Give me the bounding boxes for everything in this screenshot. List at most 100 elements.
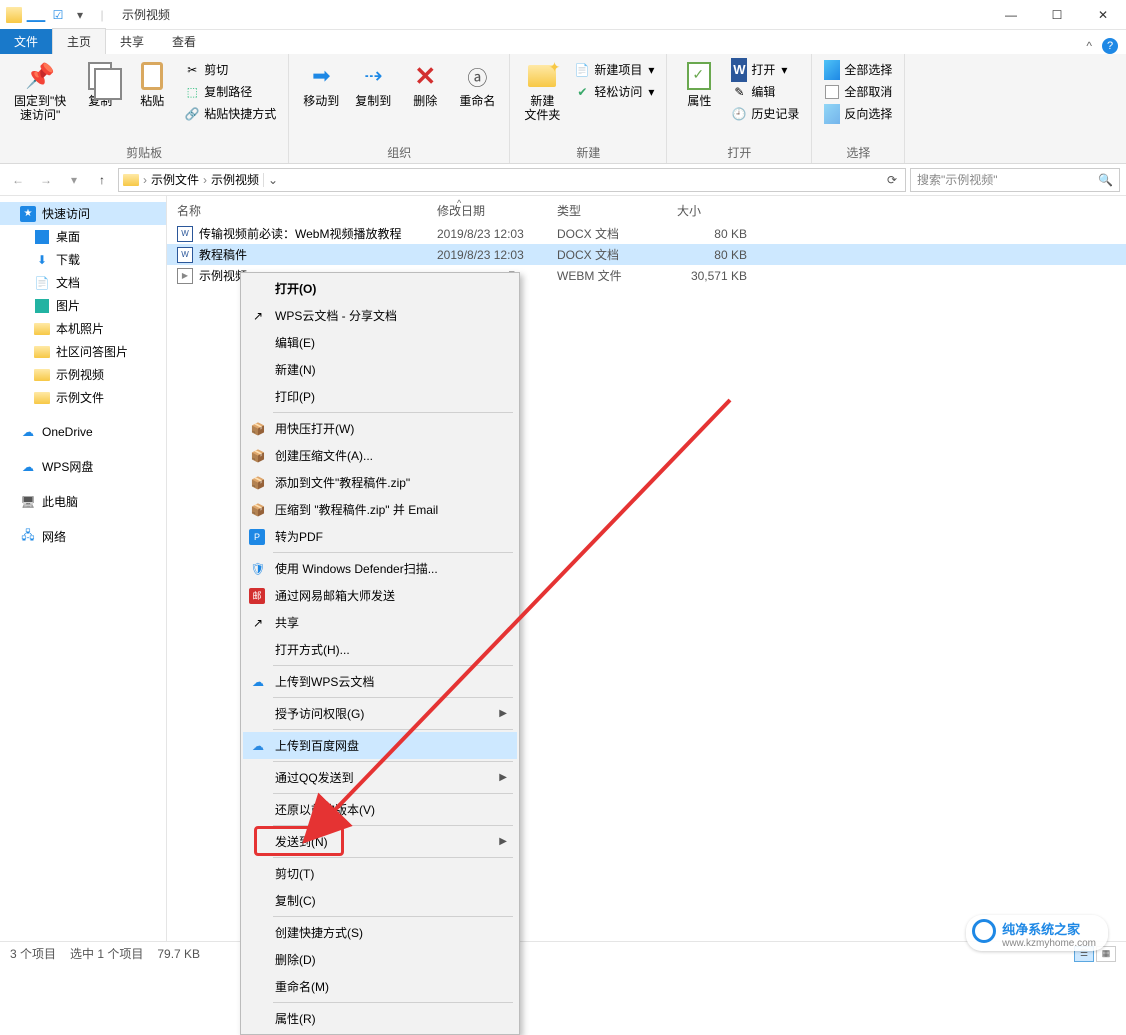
menu-delete[interactable]: 删除(D)	[243, 946, 517, 973]
delete-icon: ✕	[409, 60, 441, 92]
up-button[interactable]: ↑	[90, 168, 114, 192]
open-button[interactable]: W打开▾	[727, 60, 803, 79]
collapse-ribbon-icon[interactable]: ^	[1086, 39, 1092, 53]
menu-cut[interactable]: 剪切(T)	[243, 860, 517, 887]
menu-wangyi[interactable]: 邮通过网易邮箱大师发送	[243, 582, 517, 609]
nav-wps[interactable]: ☁WPS网盘	[0, 455, 166, 478]
moveto-button[interactable]: ➡移动到	[297, 58, 345, 110]
nav-network[interactable]: 🖧网络	[0, 525, 166, 548]
menu-shortcut[interactable]: 创建快捷方式(S)	[243, 919, 517, 946]
ribbon: 📌 固定到"快 速访问" 复制 粘贴 ✂剪切 ⬚复制路径 🔗粘贴快捷方式 剪贴板…	[0, 54, 1126, 164]
menu-rename[interactable]: 重命名(M)	[243, 973, 517, 1000]
pdf-icon: P	[249, 529, 265, 545]
column-headers[interactable]: 名称 修改日期 类型 大小 ^	[167, 196, 1126, 223]
easyaccess-icon: ✔	[574, 84, 590, 100]
menu-open[interactable]: 打开(O)	[243, 275, 517, 302]
cut-button[interactable]: ✂剪切	[180, 60, 280, 79]
rename-button[interactable]: ⓐ重命名	[453, 58, 501, 110]
nav-samplefiles[interactable]: 示例文件	[0, 386, 166, 409]
col-modified[interactable]: 修改日期	[437, 202, 557, 219]
folder-icon	[34, 344, 50, 360]
forward-button[interactable]: →	[34, 168, 58, 192]
edit-button[interactable]: ✎编辑	[727, 82, 803, 101]
selectall-button[interactable]: 全部选择	[820, 60, 896, 79]
menu-share[interactable]: ↗共享	[243, 609, 517, 636]
qat-item[interactable]: ▁▁	[28, 7, 44, 23]
copy-button[interactable]: 复制	[76, 58, 124, 110]
nav-documents[interactable]: 📄文档	[0, 271, 166, 294]
pasteshortcut-button[interactable]: 🔗粘贴快捷方式	[180, 104, 280, 123]
copyto-button[interactable]: ⇢复制到	[349, 58, 397, 110]
menu-zipemail[interactable]: 📦压缩到 "教程稿件.zip" 并 Email	[243, 496, 517, 523]
address-input[interactable]: › 示例文件 › 示例视频 ⌄ ⟳	[118, 168, 906, 192]
nav-samplevideos[interactable]: 示例视频	[0, 363, 166, 386]
file-row[interactable]: W传输视频前必读：WebM视频播放教程 2019/8/23 12:03 DOCX…	[167, 223, 1126, 244]
menu-kuaizip[interactable]: 📦用快压打开(W)	[243, 415, 517, 442]
newitem-button[interactable]: 📄新建项目▾	[570, 60, 658, 79]
easyaccess-button[interactable]: ✔轻松访问▾	[570, 82, 658, 101]
nav-pictures[interactable]: 图片	[0, 294, 166, 317]
paste-button[interactable]: 粘贴	[128, 58, 176, 110]
menu-defender[interactable]: 🛡使用 Windows Defender扫描...	[243, 555, 517, 582]
menu-grantaccess[interactable]: 授予访问权限(G)▶	[243, 700, 517, 727]
nav-localphotos[interactable]: 本机照片	[0, 317, 166, 340]
nav-desktop[interactable]: 桌面	[0, 225, 166, 248]
qat-check-icon[interactable]: ☑	[50, 7, 66, 23]
close-button[interactable]: ✕	[1080, 0, 1126, 30]
selectnone-button[interactable]: 全部取消	[820, 82, 896, 101]
tab-share[interactable]: 共享	[106, 29, 158, 54]
delete-button[interactable]: ✕删除	[401, 58, 449, 110]
breadcrumb-seg[interactable]: 示例文件	[151, 171, 199, 188]
file-row[interactable]: W教程稿件 2019/8/23 12:03 DOCX 文档 80 KB	[167, 244, 1126, 265]
nav-onedrive[interactable]: ☁OneDrive	[0, 421, 166, 443]
properties-button[interactable]: 属性	[675, 58, 723, 110]
history-button[interactable]: 🕘历史记录	[727, 104, 803, 123]
menu-sendto[interactable]: 发送到(N)▶	[243, 828, 517, 855]
newfolder-button[interactable]: 新建 文件夹	[518, 58, 566, 124]
tab-view[interactable]: 查看	[158, 29, 210, 54]
breadcrumb-seg[interactable]: 示例视频	[211, 171, 259, 188]
nav-downloads[interactable]: ⬇下载	[0, 248, 166, 271]
menu-print[interactable]: 打印(P)	[243, 383, 517, 410]
pin-button[interactable]: 📌 固定到"快 速访问"	[8, 58, 72, 124]
breadcrumb-sep: ›	[203, 173, 207, 187]
invert-button[interactable]: 反向选择	[820, 104, 896, 123]
menu-properties[interactable]: 属性(R)	[243, 1005, 517, 1032]
back-button[interactable]: ←	[6, 168, 30, 192]
menu-edit[interactable]: 编辑(E)	[243, 329, 517, 356]
address-dropdown[interactable]: ⌄	[263, 173, 282, 187]
pin-icon: 📌	[24, 60, 56, 92]
menu-openwith[interactable]: 打开方式(H)...	[243, 636, 517, 663]
menu-createzip[interactable]: 📦创建压缩文件(A)...	[243, 442, 517, 469]
zip-icon: 📦	[249, 501, 267, 519]
qat-divider: |	[94, 7, 110, 23]
pictures-icon	[34, 298, 50, 314]
col-type[interactable]: 类型	[557, 202, 677, 219]
menu-addtozip[interactable]: 📦添加到文件"教程稿件.zip"	[243, 469, 517, 496]
help-icon[interactable]: ?	[1102, 38, 1118, 54]
properties-icon	[683, 60, 715, 92]
nav-quickaccess[interactable]: ★快速访问	[0, 202, 166, 225]
search-input[interactable]: 搜索"示例视频" 🔍	[910, 168, 1120, 192]
menu-uploadbaidu[interactable]: ☁上传到百度网盘	[243, 732, 517, 759]
menu-uploadwps[interactable]: ☁上传到WPS云文档	[243, 668, 517, 695]
menu-sendqq[interactable]: 通过QQ发送到▶	[243, 764, 517, 791]
col-size[interactable]: 大小	[677, 202, 757, 219]
menu-topdf[interactable]: P转为PDF	[243, 523, 517, 550]
address-bar: ← → ▾ ↑ › 示例文件 › 示例视频 ⌄ ⟳ 搜索"示例视频" 🔍	[0, 164, 1126, 196]
menu-new[interactable]: 新建(N)	[243, 356, 517, 383]
refresh-button[interactable]: ⟳	[883, 173, 901, 187]
col-name[interactable]: 名称	[177, 202, 437, 219]
menu-restore[interactable]: 还原以前的版本(V)	[243, 796, 517, 823]
tab-home[interactable]: 主页	[52, 28, 106, 54]
menu-copy[interactable]: 复制(C)	[243, 887, 517, 914]
nav-thispc[interactable]: 🖥此电脑	[0, 490, 166, 513]
menu-wps-share[interactable]: ↗WPS云文档 - 分享文档	[243, 302, 517, 329]
tab-file[interactable]: 文件	[0, 29, 52, 54]
maximize-button[interactable]: ☐	[1034, 0, 1080, 30]
qat-dropdown[interactable]: ▾	[72, 7, 88, 23]
minimize-button[interactable]: ―	[988, 0, 1034, 30]
copypath-button[interactable]: ⬚复制路径	[180, 82, 280, 101]
nav-qaphotos[interactable]: 社区问答图片	[0, 340, 166, 363]
recent-dropdown[interactable]: ▾	[62, 168, 86, 192]
